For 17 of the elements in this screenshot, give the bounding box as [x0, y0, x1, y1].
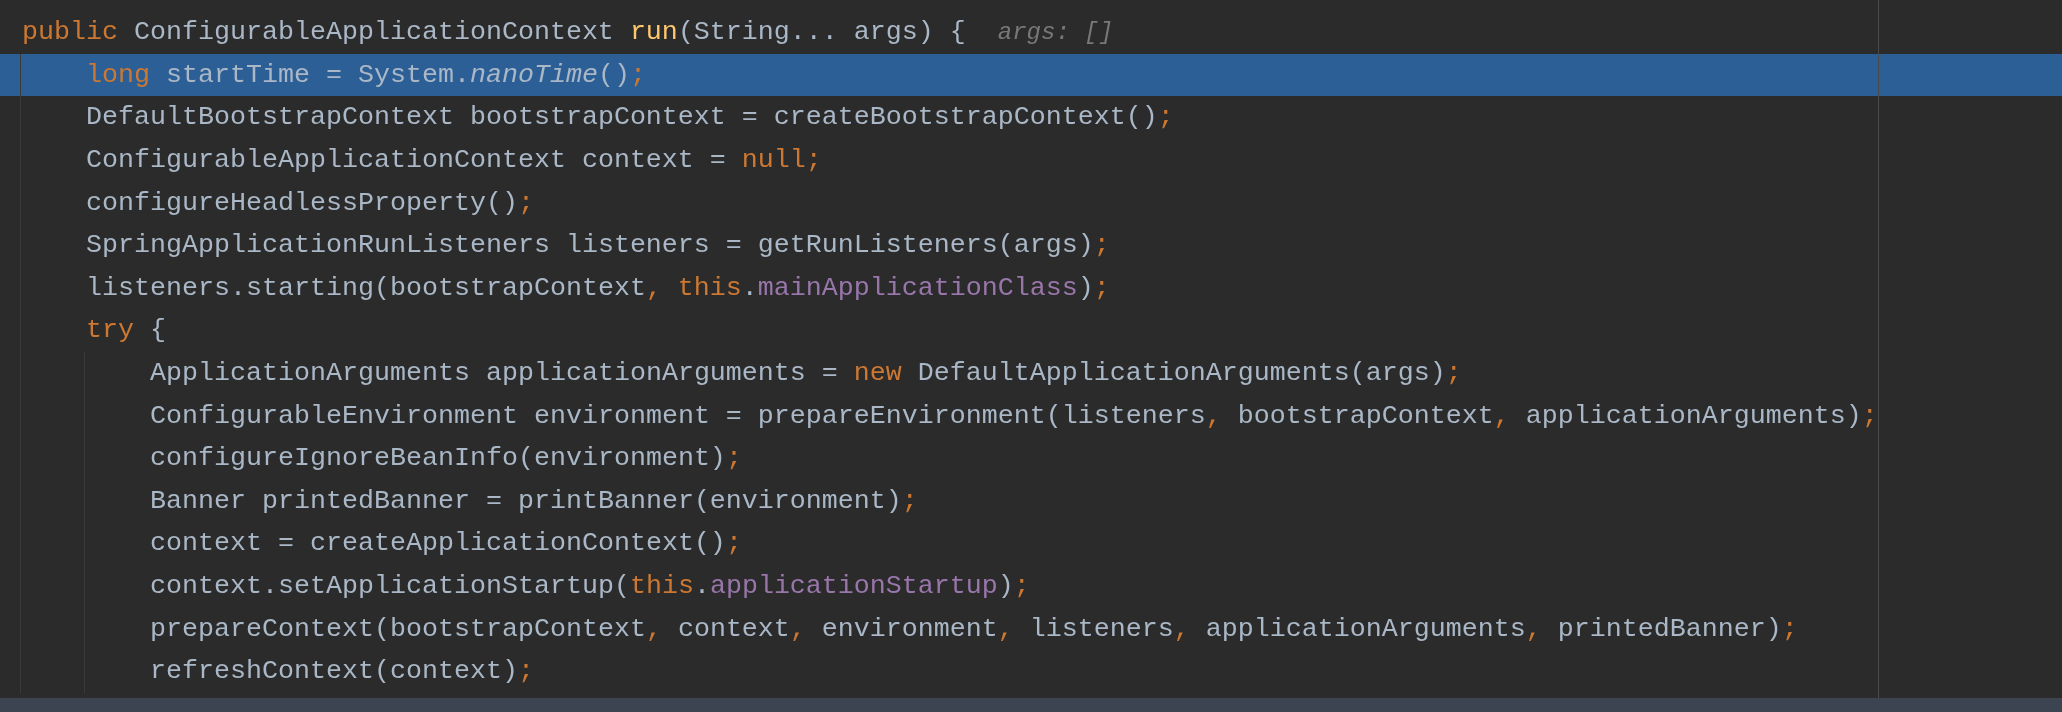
code-line: try {	[86, 315, 166, 346]
code-line: configureHeadlessProperty();	[86, 187, 534, 218]
code-line: configureIgnoreBeanInfo(environment);	[150, 443, 742, 474]
code-line: ConfigurableEnvironment environment = prepareEnvironment(listeners, bootstrapContext, applicationArguments);	[150, 400, 1878, 431]
code-line: public ConfigurableApplicationContext run(String... args) {	[22, 17, 966, 48]
code-line: Banner printedBanner = printBanner(environment);	[150, 485, 918, 516]
code-line: prepareContext(bootstrapContext, context, environment, listeners, applicationArguments, printedBanner);	[150, 613, 1798, 644]
code-line: listeners.starting(bootstrapContext, this.mainApplicationClass);	[86, 272, 1110, 303]
code-line: ConfigurableApplicationContext context = null;	[86, 145, 822, 176]
code-line: context.setApplicationStartup(this.applicationStartup);	[150, 571, 1030, 601]
code-line: ApplicationArguments applicationArguments = new DefaultApplicationArguments(args);	[150, 358, 1462, 389]
code-line: context = createApplicationContext();	[150, 528, 742, 559]
code-line: DefaultBootstrapContext bootstrapContext = createBootstrapContext();	[86, 102, 1174, 133]
code-line: long startTime = System.nanoTime();	[86, 59, 646, 90]
inlay-hint: args: []	[997, 18, 1114, 46]
code-line: SpringApplicationRunListeners listeners = getRunListeners(args);	[86, 230, 1110, 261]
code-line: refreshContext(context);	[150, 656, 534, 687]
